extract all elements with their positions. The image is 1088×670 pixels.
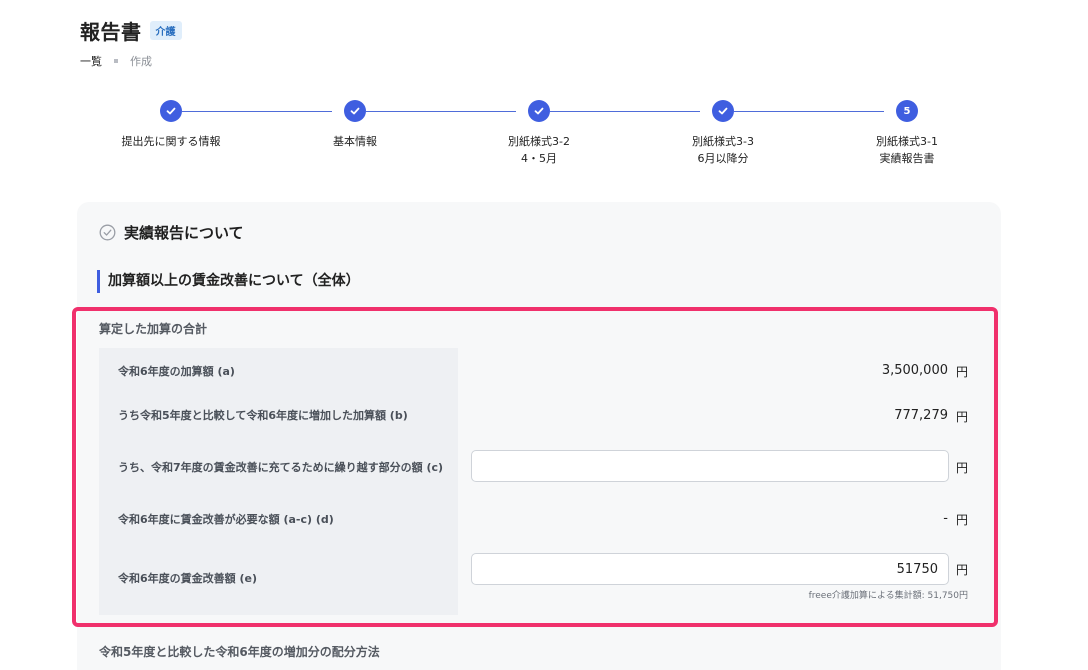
breadcrumb: 一覧 作成 [80, 53, 152, 69]
check-icon [160, 100, 182, 122]
step-label: 別紙様式3-2 4・5月 [508, 135, 570, 165]
section-heading: 加算額以上の賃金改善について（全体） [97, 270, 360, 293]
step-label: 提出先に関する情報 [121, 135, 221, 148]
step-label: 別紙様式3-1 実績報告書 [876, 135, 938, 165]
check-circle-icon [99, 224, 116, 241]
breadcrumb-list-link[interactable]: 一覧 [80, 53, 102, 69]
step-label: 基本情報 [333, 135, 377, 148]
breadcrumb-separator [114, 59, 118, 63]
next-group-title: 令和5年度と比較した令和6年度の増加分の配分方法 [99, 645, 380, 659]
page-title: 報告書 [80, 20, 142, 44]
highlight-annotation [72, 307, 998, 627]
card-title: 実績報告について [99, 222, 244, 243]
step-4[interactable]: 別紙様式3-3 6月以降分 [631, 100, 815, 167]
step-2[interactable]: 基本情報 [263, 100, 447, 150]
check-icon [528, 100, 550, 122]
category-badge: 介護 [149, 21, 182, 40]
step-5[interactable]: 5 別紙様式3-1 実績報告書 [815, 100, 999, 167]
check-icon [344, 100, 366, 122]
breadcrumb-current: 作成 [130, 55, 152, 68]
card-title-text: 実績報告について [124, 224, 244, 242]
check-icon [712, 100, 734, 122]
step-1[interactable]: 提出先に関する情報 [79, 100, 263, 150]
page-header: 報告書 介護 [80, 16, 182, 45]
progress-stepper: 提出先に関する情報 基本情報 別紙様式3-2 4・5月 別紙様式3-3 6月以降… [80, 100, 1000, 180]
step-3[interactable]: 別紙様式3-2 4・5月 [447, 100, 631, 167]
step-label: 別紙様式3-3 6月以降分 [692, 135, 754, 165]
step-number: 5 [896, 100, 918, 122]
